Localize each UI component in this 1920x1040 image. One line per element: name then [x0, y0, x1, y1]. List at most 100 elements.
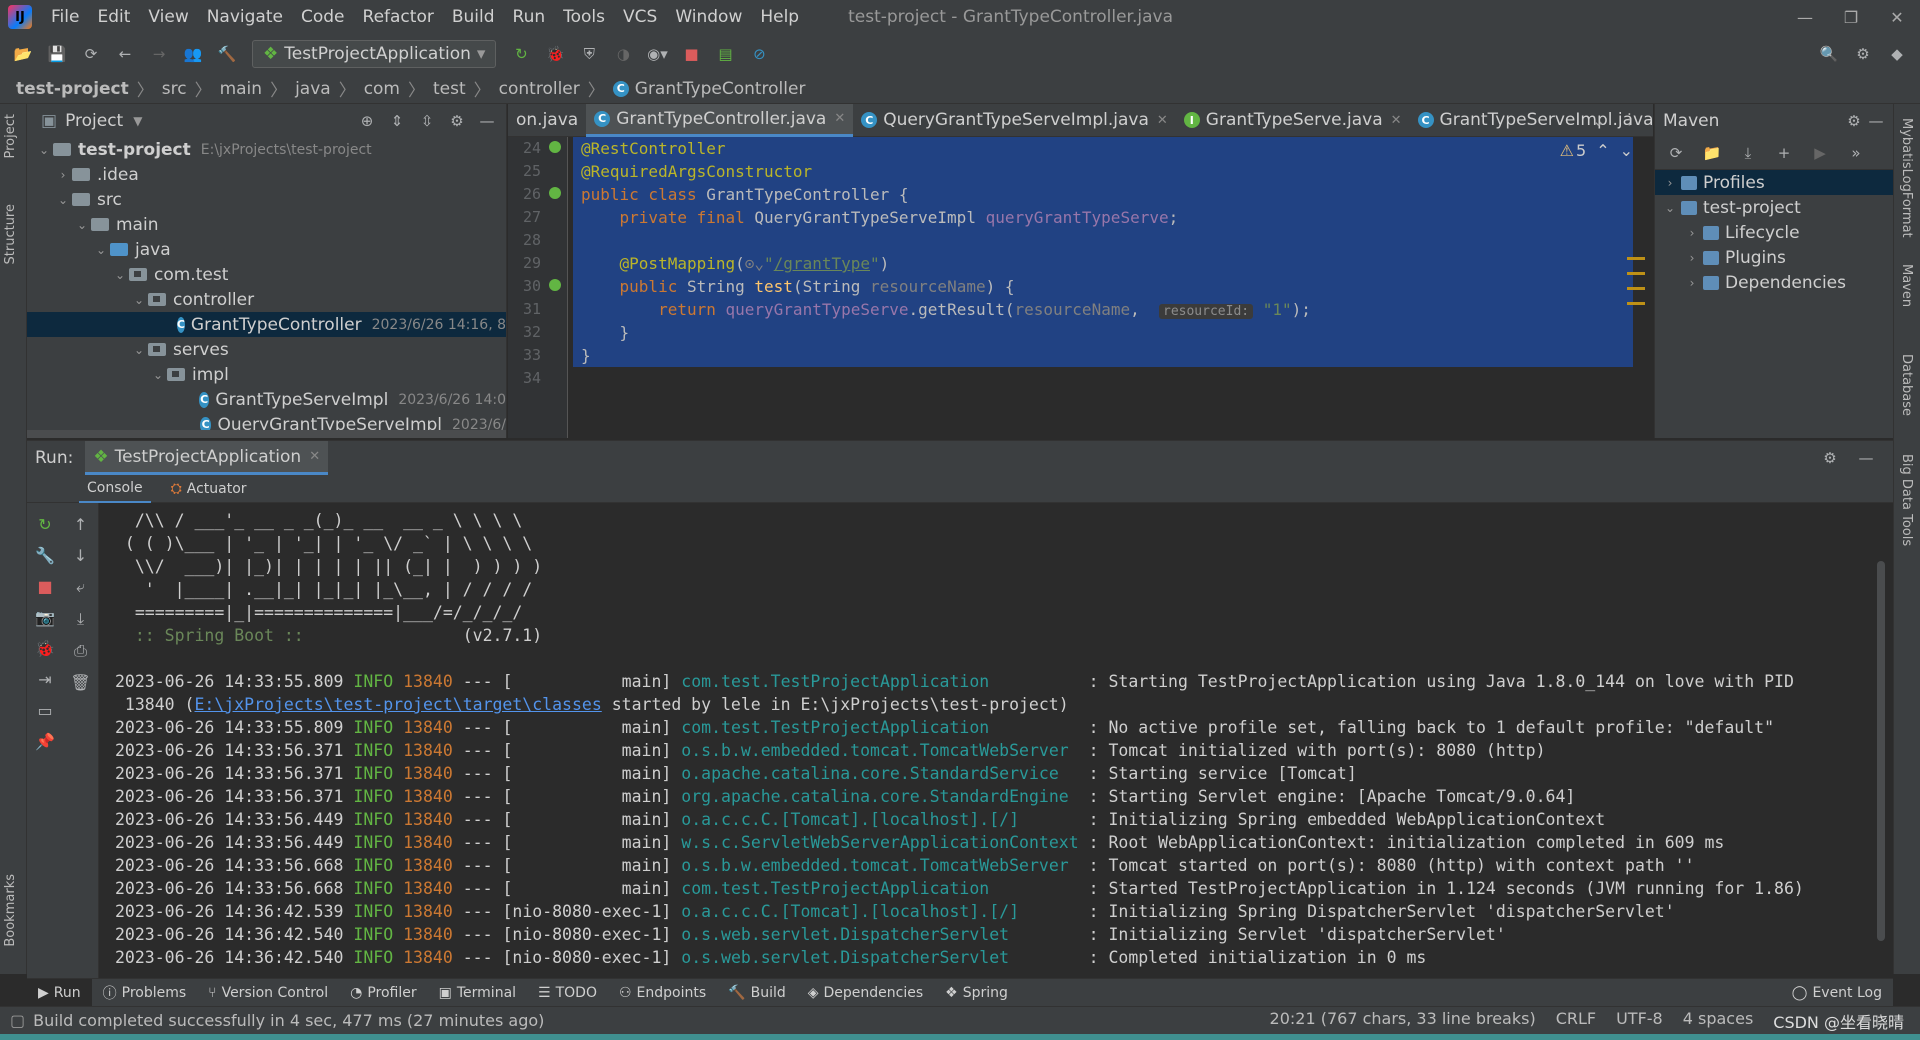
tool-window-run[interactable]: ▶ Run: [27, 978, 92, 1007]
menu-item-code[interactable]: Code: [292, 7, 354, 27]
horizontal-scrollbar[interactable]: [27, 430, 506, 438]
build-hammer-icon[interactable]: 🔨: [216, 43, 238, 65]
breadcrumb-item[interactable]: GrantTypeController: [635, 79, 806, 99]
chart-icon[interactable]: ▤: [714, 43, 736, 65]
debug-icon[interactable]: 🐞: [27, 639, 63, 658]
bookmarks-stripe-button[interactable]: Bookmarks: [3, 874, 18, 947]
tool-window-terminal[interactable]: ▣ Terminal: [428, 979, 527, 1007]
tool-window-dependencies[interactable]: ◈ Dependencies: [797, 979, 934, 1007]
chevron-right-icon[interactable]: ›: [1681, 251, 1703, 265]
caret-position[interactable]: 20:21 (767 chars, 33 line breaks): [1270, 1009, 1536, 1033]
reload-icon[interactable]: ⟳: [1665, 142, 1687, 164]
menu-item-navigate[interactable]: Navigate: [198, 7, 292, 27]
editor-tab[interactable]: CGrantTypeServeImpl.java✕: [1410, 104, 1681, 137]
structure-stripe-button[interactable]: Structure: [3, 204, 18, 264]
error-stripe[interactable]: [1627, 257, 1645, 317]
tree-item[interactable]: ⌄ src: [27, 187, 506, 212]
chevron-down-icon[interactable]: ⌄: [92, 243, 110, 257]
layout-icon[interactable]: ▭: [27, 701, 63, 720]
menu-item-edit[interactable]: Edit: [88, 7, 139, 27]
locate-icon[interactable]: ⊕: [356, 110, 378, 132]
project-stripe-button[interactable]: Project: [3, 114, 18, 158]
inspection-widget[interactable]: ⚠ 5 ⌃ ⌄: [1560, 141, 1633, 160]
menu-item-vcs[interactable]: VCS: [614, 7, 666, 27]
minimize-icon[interactable]: —: [1782, 0, 1828, 34]
close-icon[interactable]: ✕: [309, 449, 320, 464]
search-icon[interactable]: 🔍: [1818, 43, 1840, 65]
breadcrumb-item[interactable]: src: [162, 79, 187, 99]
no-icon[interactable]: ⊘: [748, 43, 770, 65]
plus-icon[interactable]: +: [1773, 142, 1795, 164]
download-icon[interactable]: ⤓: [1737, 142, 1759, 164]
arrow-down-icon[interactable]: ↓: [63, 546, 98, 565]
close-icon[interactable]: ✕: [1874, 0, 1920, 34]
close-icon[interactable]: ✕: [1157, 113, 1168, 128]
more-icon[interactable]: »: [1845, 142, 1867, 164]
coverage-icon[interactable]: ⛨: [578, 43, 600, 65]
tool-window-profiler[interactable]: ◔ Profiler: [339, 979, 428, 1007]
chevron-down-icon[interactable]: ⌄: [1659, 201, 1681, 215]
project-panel-title[interactable]: Project: [65, 111, 123, 131]
open-folder-icon[interactable]: 📂: [12, 43, 34, 65]
breadcrumb-item[interactable]: java: [295, 79, 331, 99]
chevron-down-icon[interactable]: ⌄: [35, 143, 53, 157]
hide-icon[interactable]: —: [1855, 447, 1877, 469]
tool-window-version-control[interactable]: ⑂ Version Control: [197, 979, 339, 1007]
pin-icon[interactable]: 📌: [27, 732, 63, 751]
trash-icon[interactable]: 🗑: [63, 673, 98, 692]
database-stripe-button[interactable]: Database: [1899, 354, 1914, 416]
tree-item[interactable]: ⌄ test-project E:\jxProjects\test-project: [27, 137, 506, 162]
restore-icon[interactable]: ❐: [1828, 0, 1874, 34]
menu-item-tools[interactable]: Tools: [554, 7, 614, 27]
chevron-down-icon[interactable]: ⌄: [54, 193, 72, 207]
chevron-right-icon[interactable]: ›: [54, 168, 72, 182]
close-icon[interactable]: ✕: [834, 111, 845, 126]
console-output[interactable]: /\\ / ___'_ __ _ _(_)_ __ __ _ \ \ \ \ (…: [115, 509, 1875, 979]
editor-tab[interactable]: I GrantTypeServe.java ✕: [1176, 104, 1410, 137]
breadcrumb-item[interactable]: main: [220, 79, 262, 99]
chevron-down-icon[interactable]: ⌄: [73, 218, 91, 232]
console-tab[interactable]: Console: [79, 475, 151, 503]
tool-window-todo[interactable]: ☰ TODO: [527, 979, 608, 1007]
editor-tab[interactable]: on.java: [508, 104, 586, 137]
maven-stripe-button[interactable]: Maven: [1899, 264, 1914, 307]
run-tab[interactable]: ❖ TestProjectApplication ✕: [85, 441, 329, 475]
more-run-icon[interactable]: ◉▾: [646, 43, 668, 65]
chevron-down-icon[interactable]: ⌄: [111, 268, 129, 282]
expand-all-icon[interactable]: ⇕: [386, 110, 408, 132]
maven-tree-item[interactable]: › Plugins: [1655, 245, 1893, 270]
back-icon[interactable]: ←: [114, 43, 136, 65]
chevron-right-icon[interactable]: ›: [1681, 226, 1703, 240]
code-area[interactable]: 24 25 26 27 28 29 30 31 32 33 34 @RestController @…: [508, 137, 1653, 438]
camera-icon[interactable]: 📷: [27, 608, 63, 627]
console-scrollbar[interactable]: [1877, 561, 1885, 941]
gear-icon[interactable]: ⚙: [1843, 110, 1865, 132]
event-log-button[interactable]: ◯ Event Log: [1781, 979, 1893, 1007]
chevron-down-icon[interactable]: ⌄: [1592, 112, 1605, 130]
sync-icon[interactable]: ⟳: [80, 43, 102, 65]
maven-tree-item[interactable]: › Dependencies: [1655, 270, 1893, 295]
spring-bean-icon[interactable]: [549, 279, 561, 291]
arrow-up-icon[interactable]: ↑: [63, 515, 98, 534]
chevron-down-icon[interactable]: ⌄: [130, 343, 148, 357]
chevron-down-icon[interactable]: ⌄: [130, 293, 148, 307]
status-icon[interactable]: ▢: [10, 1011, 25, 1030]
tool-window-endpoints[interactable]: ⚇ Endpoints: [608, 979, 717, 1007]
menu-item-help[interactable]: Help: [751, 7, 808, 27]
print-icon[interactable]: ⎙: [63, 641, 98, 661]
tool-window-spring[interactable]: ❖ Spring: [934, 979, 1019, 1007]
big-data-tools-stripe-button[interactable]: Big Data Tools: [1899, 454, 1914, 546]
tree-item[interactable]: C GrantTypeServeImpl 2023/6/26 14:0: [27, 387, 506, 412]
menu-item-window[interactable]: Window: [666, 7, 751, 27]
code-lines[interactable]: @RestController @RequiredArgsConstructor…: [573, 137, 1633, 390]
tree-item[interactable]: C GrantTypeController 2023/6/26 14:16, 8: [27, 312, 506, 337]
hide-icon[interactable]: —: [476, 110, 498, 132]
run-icon[interactable]: ▶: [1809, 142, 1831, 164]
rerun-icon[interactable]: ↻: [27, 515, 63, 534]
add-folder-icon[interactable]: 📁: [1701, 142, 1723, 164]
spring-bean-icon[interactable]: [549, 187, 561, 199]
breadcrumb-item[interactable]: test: [433, 79, 466, 99]
chevron-right-icon[interactable]: ›: [1659, 176, 1681, 190]
tree-item[interactable]: ⌄ java: [27, 237, 506, 262]
breadcrumb-item[interactable]: controller: [499, 79, 580, 99]
